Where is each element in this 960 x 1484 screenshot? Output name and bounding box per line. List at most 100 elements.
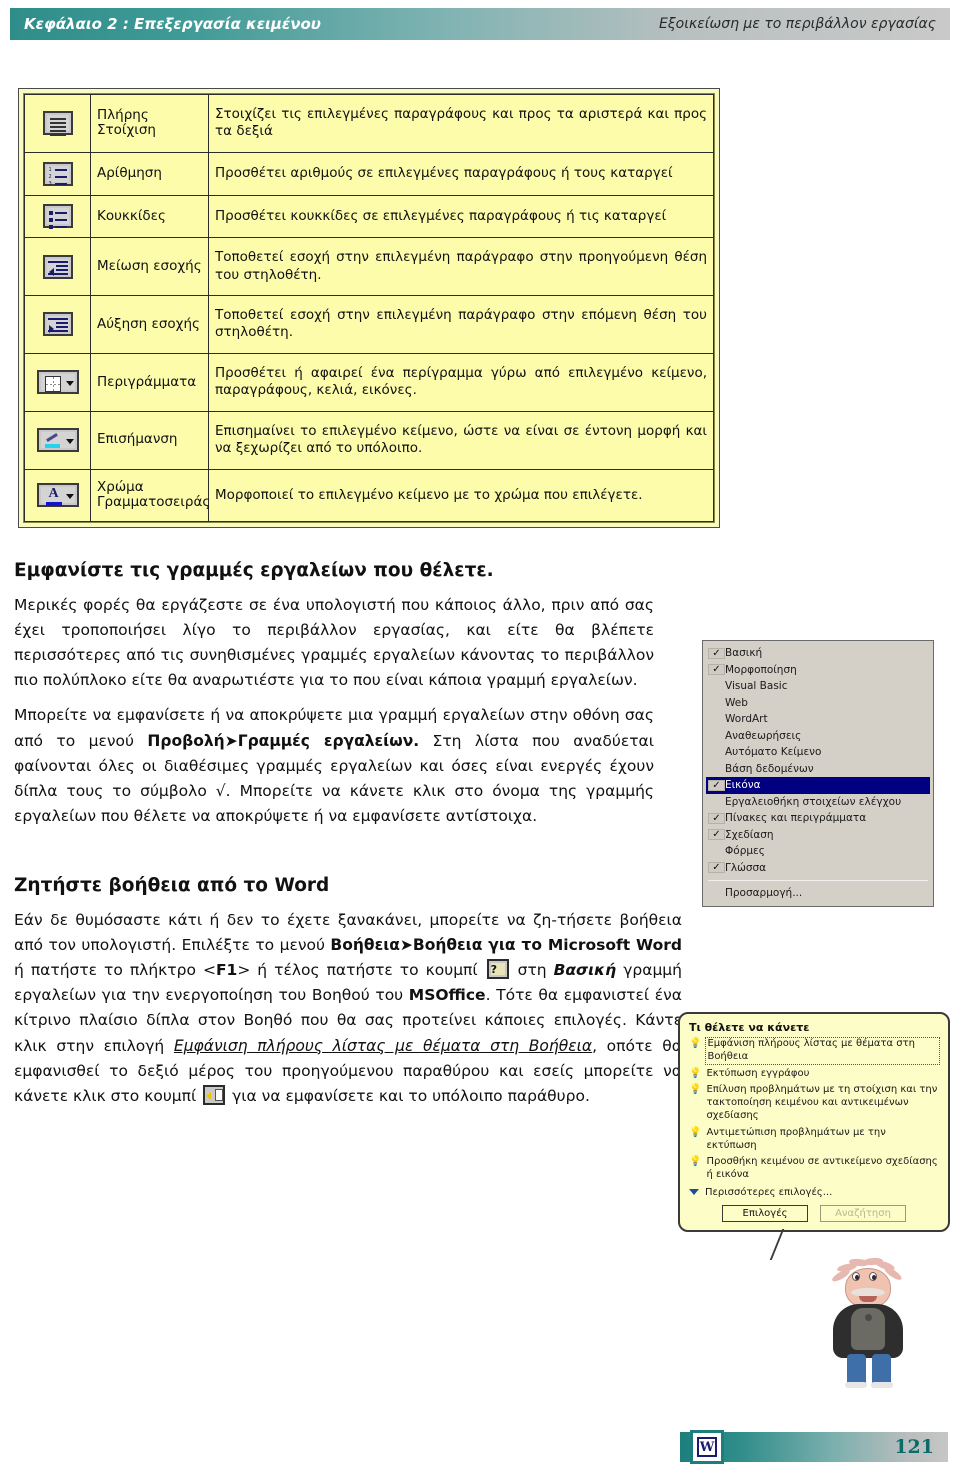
show-pane-button-icon[interactable]	[203, 1084, 226, 1105]
menu-item-label: Σχεδίαση	[725, 828, 774, 841]
office-assistant-character[interactable]	[825, 1257, 911, 1394]
table-cell-description: Προσθέτει ή αφαιρεί ένα περίγραμμα γύρω …	[208, 352, 714, 412]
table-cell-name: Χρώμα Γραμματοσειράς	[90, 468, 210, 523]
header-section-title: Εξοικείωση με το περιβάλλον εργασίας	[658, 16, 936, 32]
balloon-option-1[interactable]: 💡 Εμφάνιση πλήρους λίστας με θέματα στη …	[689, 1037, 940, 1065]
menu-item-customize[interactable]: Προσαρμογή...	[706, 885, 930, 902]
balloon-option-label: Αντιμετώπιση προβλημάτων με την εκτύπωση	[706, 1126, 886, 1151]
table-row: Επισήμανση Επισημαίνει το επιλεγμένο κεί…	[24, 410, 714, 470]
table-row: 1 2 3 Αρίθμηση Προσθέτει αριθμούς σε επι…	[24, 151, 714, 196]
word-logo-letter: W	[697, 1437, 717, 1457]
menu-path-help: Βοήθεια➤	[330, 936, 413, 955]
check-icon: ✓	[708, 812, 725, 824]
menu-item-label: Εικόνα	[725, 779, 761, 792]
assistant-button	[865, 1314, 872, 1321]
menu-item-tables-borders[interactable]: ✓ Πίνακες και περιγράμματα	[706, 810, 930, 827]
balloon-option-label: Εμφάνιση πλήρους λίστας με θέματα στη Βο…	[705, 1037, 940, 1065]
menu-item-label: Γλώσσα	[725, 861, 767, 874]
table-cell-icon	[24, 295, 91, 354]
menu-item-database[interactable]: Βάση δεδομένων	[706, 761, 930, 778]
menu-item-label: Προσαρμογή...	[725, 887, 803, 900]
menu-item-picture[interactable]: ✓ Εικόνα	[706, 777, 930, 794]
menu-item-label: Αναθεωρήσεις	[725, 729, 802, 742]
options-button[interactable]: Επιλογές	[722, 1204, 808, 1222]
check-icon: ✓	[708, 862, 725, 874]
balloon-option-5[interactable]: 💡 Προσθήκη κειμένου σε αντικείμενο σχεδί…	[689, 1156, 939, 1182]
numbered-list-icon: 1 2 3	[42, 161, 73, 186]
table-cell-name: Περιγράμματα	[90, 352, 209, 412]
menu-item-label: Βασική	[725, 647, 763, 660]
assistant-legs	[845, 1354, 893, 1388]
header-chapter-title: Κεφάλαιο 2 : Επεξεργασία κειμένου	[24, 15, 321, 33]
table-cell-description: Τοποθετεί εσοχή στην επιλεγμένη παράγραφ…	[208, 237, 714, 296]
menu-path-help-word: Βοήθεια για το Microsoft Word	[412, 936, 682, 955]
balloon-more-options[interactable]: Περισσότερες επιλογές...	[689, 1187, 939, 1198]
menu-item-label: Visual Basic	[725, 680, 788, 693]
table-row: Αύξηση εσοχής Τοποθετεί εσοχή στην επιλε…	[24, 295, 714, 354]
table-row: Πλήρης Στοίχιση Στοιχίζει τις επιλεγμένε…	[24, 94, 714, 153]
office-assistant-balloon[interactable]: Τι θέλετε να κάνετε 💡 Εμφάνιση πλήρους λ…	[678, 1012, 950, 1260]
table-cell-name: Αρίθμηση	[90, 151, 209, 196]
menu-item-basic[interactable]: ✓ Βασική	[706, 645, 930, 662]
toolbar-icon-table-frame: Πλήρης Στοίχιση Στοιχίζει τις επιλεγμένε…	[18, 88, 720, 528]
lightbulb-icon: 💡	[689, 1038, 702, 1049]
table-row: Κουκκίδες Προσθέτει κουκκίδες σε επιλεγμ…	[24, 194, 714, 239]
toolbar-icon-table-inner: Πλήρης Στοίχιση Στοιχίζει τις επιλεγμένε…	[23, 93, 715, 523]
table-cell-name: Επισήμανση	[90, 410, 209, 470]
table-cell-name: Κουκκίδες	[90, 194, 209, 239]
help-topics-link[interactable]: Εμφάνιση πλήρους λίστας με θέματα στη Βο…	[174, 1037, 592, 1055]
toolbars-dropdown-menu[interactable]: ✓ Βασική ✓ Μορφοποίηση Visual Basic Web Wo…	[702, 640, 934, 907]
help-text-c: > ή τέλος πατήστε το κουμπί	[237, 961, 485, 980]
check-icon: ✓	[708, 829, 725, 841]
balloon-more-label: Περισσότερες επιλογές...	[705, 1186, 833, 1198]
key-f1: F1	[215, 961, 238, 980]
menu-path-view-toolbars: Προβολή➤Γραμμές εργαλείων.	[147, 731, 420, 750]
menu-item-label: Βάση δεδομένων	[725, 762, 814, 775]
table-row: Περιγράμματα Προσθέτει ή αφαιρεί ένα περ…	[24, 352, 714, 412]
lightbulb-icon: 💡	[689, 1156, 702, 1168]
menu-item-web[interactable]: Web	[706, 695, 930, 712]
menu-item-wordart[interactable]: WordArt	[706, 711, 930, 728]
menu-item-language[interactable]: ✓ Γλώσσα	[706, 860, 930, 877]
decrease-indent-icon	[42, 254, 73, 279]
menu-item-autotext[interactable]: Αυτόματο Κείμενο	[706, 744, 930, 761]
menu-item-formatting[interactable]: ✓ Μορφοποίηση	[706, 662, 930, 679]
balloon-option-label: Προσθήκη κειμένου σε αντικείμενο σχεδίασ…	[706, 1156, 938, 1181]
search-button[interactable]: Αναζήτηση	[820, 1204, 906, 1222]
balloon-buttons: Επιλογές Αναζήτηση	[689, 1204, 939, 1222]
table-cell-description: Τοποθετεί εσοχή στην επιλεγμένη παράγραφ…	[208, 295, 714, 354]
menu-item-visual-basic[interactable]: Visual Basic	[706, 678, 930, 695]
menu-item-label: Πίνακες και περιγράμματα	[725, 812, 867, 825]
paragraph-toolbars-intro: Μερικές φορές θα εργάζεστε σε ένα υπολογ…	[14, 596, 654, 690]
menu-item-control-toolbox[interactable]: Εργαλειοθήκη στοιχείων ελέγχου	[706, 794, 930, 811]
balloon-option-4[interactable]: 💡 Αντιμετώπιση προβλημάτων με την εκτύπω…	[689, 1127, 939, 1153]
msoffice-label: MSOffice	[408, 986, 486, 1005]
table-cell-icon	[24, 410, 91, 470]
toolbar-icon-table: Πλήρης Στοίχιση Στοιχίζει τις επιλεγμένε…	[24, 94, 714, 523]
menu-item-label: Εργαλειοθήκη στοιχείων ελέγχου	[725, 795, 902, 808]
paragraph-help: Εάν δε θυμόσαστε κάτι ή δεν το έχετε ξαν…	[14, 908, 682, 1109]
toolbar-name-basic: Βασική	[553, 961, 617, 980]
check-icon: ✓	[708, 647, 725, 659]
table-cell-icon	[24, 94, 91, 153]
balloon-option-3[interactable]: 💡 Επίλυση προβλημάτων με τη στοίχιση και…	[689, 1084, 939, 1122]
chevron-down-icon	[689, 1189, 699, 1196]
balloon-option-2[interactable]: 💡 Εκτύπωση εγγράφου	[689, 1068, 939, 1081]
table-cell-name: Αύξηση εσοχής	[90, 295, 209, 354]
menu-item-label: Αυτόματο Κείμενο	[725, 746, 822, 759]
lightbulb-icon: 💡	[689, 1067, 702, 1079]
menu-item-label: Web	[725, 696, 748, 709]
menu-item-label: WordArt	[725, 713, 768, 726]
increase-indent-icon	[42, 312, 73, 337]
menu-item-drawing[interactable]: ✓ Σχεδίαση	[706, 827, 930, 844]
assistant-eye-right	[869, 1272, 877, 1281]
check-icon: ✓	[708, 664, 725, 676]
balloon-option-label: Εκτύπωση εγγράφου	[706, 1067, 810, 1079]
menu-item-forms[interactable]: Φόρμες	[706, 843, 930, 860]
lightbulb-icon: 💡	[689, 1084, 702, 1096]
lightbulb-icon: 💡	[689, 1126, 702, 1138]
table-cell-name: Μείωση εσοχής	[90, 237, 209, 296]
menu-item-reviewing[interactable]: Αναθεωρήσεις	[706, 728, 930, 745]
help-question-button-icon[interactable]: ?	[486, 959, 509, 980]
section-heading-toolbars: Εμφανίστε τις γραμμές εργαλείων που θέλε…	[14, 560, 494, 581]
